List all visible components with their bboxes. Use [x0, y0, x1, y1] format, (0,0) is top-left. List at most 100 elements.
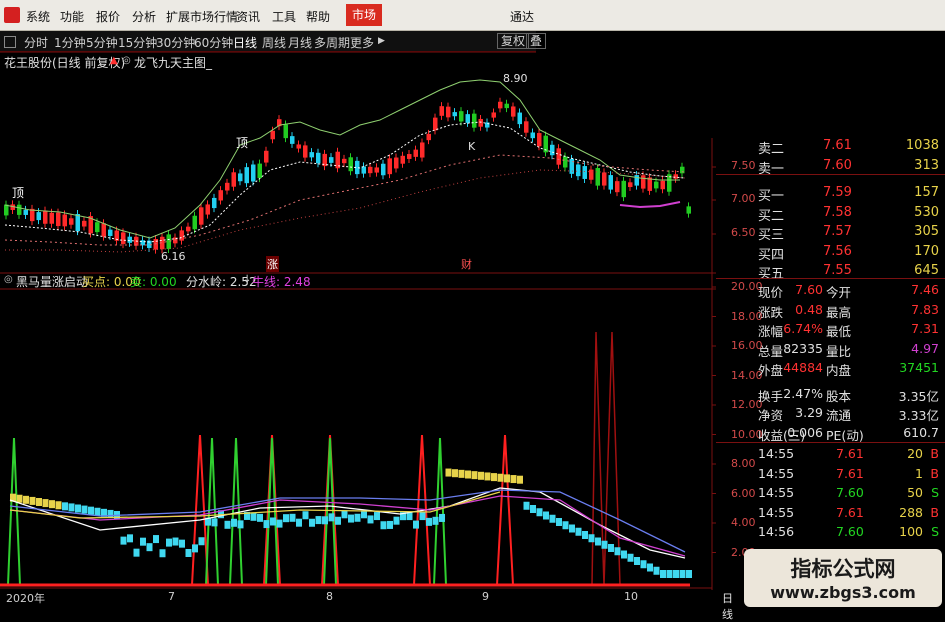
menu-quote[interactable]: 报价: [96, 8, 120, 25]
candle-body: [537, 133, 542, 147]
low-price-label: 6.16: [161, 250, 186, 263]
tick-price: 7.61: [836, 504, 864, 520]
indicator-bar: [94, 507, 101, 516]
candle-body: [433, 117, 438, 131]
candle-body: [426, 133, 431, 141]
orderbook-row[interactable]: 买二 7.58 530: [716, 205, 945, 224]
indicator-bar: [595, 537, 601, 546]
indicator-name[interactable]: 黑马量涨启动: [16, 273, 88, 290]
app-logo-icon: [4, 7, 20, 23]
stat-value: 3.29: [795, 405, 823, 420]
candle-body: [329, 157, 334, 163]
tick-time: 14:55: [758, 504, 795, 520]
menu-tongda[interactable]: 通达: [510, 8, 534, 25]
stat-label: 今开: [826, 285, 852, 300]
buy-spike: [191, 434, 209, 586]
tick-side: S: [931, 524, 939, 539]
chart-area[interactable]: [0, 30, 716, 600]
orderbook-volume: 313: [914, 157, 939, 173]
stat-row: 净资 3.29 流通 3.33亿: [716, 405, 945, 424]
cai-marker: 财: [461, 258, 472, 271]
indicator-bar: [29, 496, 36, 505]
candle-body: [485, 122, 490, 128]
candle-body: [621, 180, 626, 198]
indicator-bar: [653, 566, 660, 575]
stat-value: 37451: [899, 360, 939, 375]
stat-value: 2.47%: [783, 385, 823, 401]
indicator-bar: [211, 518, 218, 527]
menu-extended-market[interactable]: 扩展市场行情: [166, 8, 238, 25]
menu-function[interactable]: 功能: [60, 8, 84, 25]
indicator-bar: [627, 553, 634, 562]
stat-value: 7.46: [911, 282, 939, 297]
indicator-title-line: ◎ 黑马量涨启动 买点: 0.00 卖: 0.00 分水岭: 2.52 ↓ 牛线…: [0, 273, 700, 289]
indicator-bar: [380, 521, 387, 530]
indicator-bar: [75, 504, 81, 513]
candle-body: [569, 158, 574, 174]
candle-body: [394, 157, 399, 169]
indicator-bar: [146, 543, 153, 552]
indicator-bar: [192, 544, 198, 553]
orderbook-row[interactable]: 买五 7.55 645: [716, 263, 945, 282]
candle-body: [296, 144, 301, 149]
menu-analysis[interactable]: 分析: [132, 8, 156, 25]
candle-body: [95, 222, 100, 233]
tick-row: 14:55 7.61 288 B: [716, 505, 945, 524]
candle-body: [654, 181, 659, 189]
stat-row: 收益(三) 0.006 PE(动) 610.7: [716, 425, 945, 444]
menu-help[interactable]: 帮助: [306, 8, 330, 25]
menu-system[interactable]: 系统: [26, 8, 50, 25]
indicator-bar: [432, 516, 439, 525]
candle-body: [400, 155, 405, 164]
candle-body: [82, 220, 87, 227]
indicator-bar: [413, 520, 419, 529]
candle-body: [290, 136, 295, 144]
stats-divider: [716, 278, 945, 279]
orderbook-row[interactable]: 买一 7.59 157: [716, 185, 945, 204]
stat-row: 涨跌 0.48 最高 7.83: [716, 302, 945, 321]
stat-value: 7.83: [911, 301, 939, 317]
candle-body: [524, 121, 529, 133]
orderbook-row[interactable]: 买三 7.57 305: [716, 224, 945, 243]
stat-value: 610.7: [903, 424, 939, 440]
indicator-bar: [348, 514, 354, 523]
candle-body: [316, 152, 321, 164]
indicator-bar: [673, 570, 679, 578]
tick-time: 14:55: [758, 446, 795, 461]
orderbook-row[interactable]: 买四 7.56 170: [716, 244, 945, 263]
green-spike: [433, 437, 447, 586]
candlestick-series: [4, 97, 691, 254]
date-label: 10: [624, 590, 638, 603]
orderbook-price: 7.55: [823, 263, 852, 278]
top-marker-1: 顶: [12, 186, 25, 200]
indicator-settings-icon[interactable]: ◎: [4, 274, 13, 285]
candle-body: [634, 175, 639, 186]
candle-body: [283, 124, 288, 139]
tick-price: 7.61: [836, 465, 864, 481]
stat-value: 4.97: [911, 340, 939, 356]
indicator-bar: [374, 512, 380, 521]
menu-bar: 系统 功能 报价 分析 扩展市场行情 资讯 工具 帮助 市场 通达: [0, 0, 945, 31]
candle-body: [420, 142, 425, 158]
tick-price: 7.60: [836, 485, 864, 500]
tick-price: 7.60: [836, 524, 864, 539]
menu-tools[interactable]: 工具: [272, 8, 296, 25]
indicator-bar: [660, 570, 666, 578]
indicator-bar: [621, 550, 627, 559]
stat-label: 量比: [826, 343, 852, 359]
candle-body: [69, 218, 74, 225]
menu-news[interactable]: 资讯: [236, 8, 260, 25]
indicator-bar: [458, 469, 465, 478]
tick-time: 14:55: [758, 485, 795, 500]
orderbook-volume: 645: [914, 263, 939, 278]
menu-market[interactable]: 市场: [346, 4, 383, 26]
stat-value: 0.006: [787, 424, 823, 440]
orderbook-label: 买四: [758, 247, 785, 263]
candle-body: [582, 166, 587, 179]
stat-value: 6.74%: [783, 321, 823, 336]
orderbook-row[interactable]: 卖二 7.61 1038: [716, 138, 945, 157]
indicator-bar: [666, 570, 673, 578]
indicator-bar: [354, 513, 361, 522]
indicator-bar: [582, 531, 588, 539]
indicator-bar: [341, 510, 348, 519]
